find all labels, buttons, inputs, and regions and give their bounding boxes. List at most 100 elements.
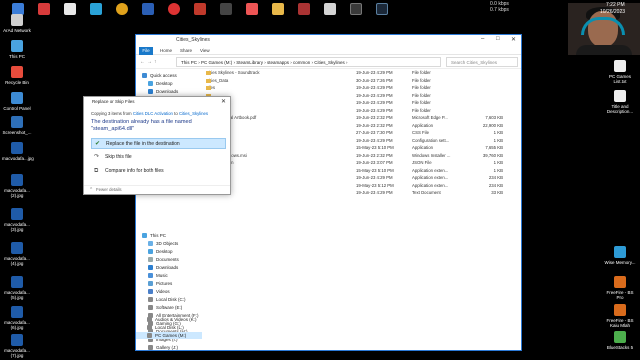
- desktop-icon-freefire-kaiu[interactable]: FreeFire - BS Kaiu Mlah: [604, 304, 636, 328]
- file-row[interactable]: 27-Jun-23 7:30 PM CSS File 1 KB: [206, 129, 521, 136]
- file-row[interactable]: ...icenses.txt19-Jun-23 4:29 PMText Docu…: [206, 189, 521, 196]
- file-type: File folder: [412, 85, 431, 90]
- app-icon[interactable]: [350, 3, 362, 15]
- desktop-icon-recycle-bin[interactable]: Recycle Bin: [2, 66, 32, 85]
- wise-memory-icon: [614, 246, 626, 258]
- files-icon[interactable]: [142, 3, 154, 15]
- tab-home[interactable]: Home: [160, 48, 172, 53]
- drive-icon: [148, 297, 153, 302]
- tab-view[interactable]: View: [200, 48, 210, 53]
- browser-icon[interactable]: [64, 3, 76, 15]
- nav-drive-l[interactable]: Local Disk (L:): [147, 325, 184, 330]
- fewer-details-toggle[interactable]: ⌃ Fewer details: [84, 185, 230, 194]
- image-icon: [11, 276, 23, 288]
- media-icon[interactable]: [298, 3, 310, 15]
- compare-option[interactable]: ⧉ Compare info for both files: [91, 166, 226, 177]
- edge-icon[interactable]: [90, 3, 102, 15]
- maximize-icon[interactable]: □: [496, 36, 500, 42]
- nav-drive-c[interactable]: Local Disk (C:): [148, 297, 186, 302]
- nav-drive-j[interactable]: Gallery (J:): [148, 345, 178, 350]
- nav-drive-m[interactable]: PC Games (M:): [147, 333, 186, 338]
- desktop-icon-jpg[interactable]: macvodafa... (2).jpg: [2, 174, 32, 198]
- file-row[interactable]: 19-Jun-23 2:32 PM Application 22,900 KB: [206, 122, 521, 129]
- file-row[interactable]: Cities_Data 30-Jun-23 7:26 PM File folder: [206, 77, 521, 84]
- steam-icon[interactable]: [376, 3, 388, 15]
- search-input[interactable]: Search Cities_Skylines: [446, 57, 518, 67]
- nav-drive-e[interactable]: Software (E:): [148, 305, 182, 310]
- desktop-icon-jpg[interactable]: macvodafa... (7).jpg: [2, 334, 32, 358]
- minimize-icon[interactable]: –: [481, 36, 484, 42]
- store-icon[interactable]: [38, 3, 50, 15]
- desktop-icon-title-description[interactable]: Title and Description...: [604, 90, 636, 114]
- file-row[interactable]: ...oads19-Jun-23 4:29 PMFile folder: [206, 99, 521, 106]
- ribbon: File Home Share View: [136, 46, 521, 55]
- folder-icon[interactable]: [272, 3, 284, 15]
- file-row[interactable]: ...64_o.dll19-May-23 5:12 PMApplication …: [206, 182, 521, 189]
- nav-videos[interactable]: Videos: [148, 289, 170, 294]
- file-name-cell: Cities Skylines - Soundtrack: [206, 70, 260, 75]
- desktop-icon-jpg[interactable]: macvodafa... (3).jpg: [2, 208, 32, 232]
- desktop-icon-network[interactable]: ArAd Network: [2, 14, 32, 33]
- file-row[interactable]: ...staller-windows.msi19-Jun-23 2:32 PMW…: [206, 152, 521, 159]
- close-icon[interactable]: ✕: [511, 36, 516, 43]
- nav-quick-access[interactable]: Quick access: [142, 73, 177, 78]
- tab-share[interactable]: Share: [180, 48, 192, 53]
- nav-downloads-2[interactable]: Downloads: [148, 265, 178, 270]
- chrome-icon[interactable]: [116, 3, 128, 15]
- replace-option[interactable]: ✔ Replace the file in the destination: [91, 138, 226, 149]
- nav-music[interactable]: Music: [148, 273, 168, 278]
- desktop-icon-screenshot[interactable]: Screenshot_...: [2, 116, 32, 135]
- desktop-icon-control-panel[interactable]: Control Panel: [2, 92, 32, 111]
- desktop-icon-label: macvodafa... (5).jpg: [4, 290, 30, 300]
- desktop-icon-label: FreeFire - BS Pro: [606, 290, 634, 300]
- copying-prefix: Copying 3 items from: [91, 111, 132, 116]
- file-row[interactable]: 19-Jun-23 4:29 PM Configuration sett... 1 …: [206, 137, 521, 144]
- address-bar[interactable]: This PC › PC Games (M:) › SteamLibrary ›…: [176, 57, 441, 67]
- desktop-icon-this-pc[interactable]: This PC: [2, 40, 32, 59]
- record-icon[interactable]: [168, 3, 180, 15]
- camera-icon[interactable]: [246, 3, 258, 15]
- desktop-icon: [148, 81, 153, 86]
- file-row[interactable]: ...dll19-Jun-23 4:29 PMApplication exten…: [206, 174, 521, 181]
- desktop-icon-bluestacks[interactable]: BlueStacks 5: [604, 331, 636, 350]
- file-type: Configuration sett...: [412, 137, 450, 143]
- app-icon[interactable]: [324, 3, 336, 15]
- tab-file[interactable]: File: [139, 47, 153, 55]
- window-titlebar[interactable]: Cities_Skylines – □ ✕: [136, 35, 521, 46]
- file-row[interactable]: 19-Jun-23 4:29 PM File folder: [206, 107, 521, 114]
- file-row[interactable]: ...ines - Digital Artbook.pdf 19-Jun-23 2…: [206, 114, 521, 121]
- pc-icon: [11, 40, 23, 52]
- desktop-icon-jpg[interactable]: macvodafa... (5).jpg: [2, 276, 32, 300]
- file-row[interactable]: 15-May-23 5:10 PM Application exten... 1 K…: [206, 167, 521, 174]
- file-row[interactable]: ...settings.json19-Jun-23 3:07 PMJSON Fi…: [206, 159, 521, 166]
- desktop-icon-jpg[interactable]: macvodafa...jpg: [2, 142, 34, 161]
- file-row[interactable]: 15-May-23 5:10 PM Application 7,655 KB: [206, 144, 521, 151]
- file-type: Application: [412, 122, 434, 128]
- file-row[interactable]: 19-Jun-23 4:29 PM File folder: [206, 92, 521, 99]
- desktop-icon-label: Screenshot_...: [2, 130, 32, 135]
- desktop-icon-wise-memory[interactable]: Wise Memory...: [604, 246, 636, 265]
- file-date: 19-Jun-23 4:29 PM: [356, 85, 393, 90]
- app-icon[interactable]: [220, 3, 232, 15]
- desktop-icon-jpg[interactable]: macvodafa... (4).jpg: [2, 242, 32, 266]
- nav-arrows-icon[interactable]: ←→↑: [140, 59, 159, 65]
- nav-desktop[interactable]: Desktop: [148, 81, 173, 86]
- nav-pictures-2[interactable]: Pictures: [148, 281, 172, 286]
- skip-option[interactable]: ↷ Skip this file: [91, 152, 226, 163]
- desktop-icon-jpg[interactable]: macvodafa... (6).jpg: [2, 306, 32, 330]
- nav-drive-k[interactable]: Audios & Videos (K:): [147, 317, 196, 322]
- file-row[interactable]: Cities Skylines - Soundtrack 19-Jun-23 4:…: [206, 69, 521, 76]
- close-icon[interactable]: ✕: [221, 98, 226, 105]
- nav-3d-objects[interactable]: 3D Objects: [148, 241, 178, 246]
- nav-documents-2[interactable]: Documents: [148, 257, 179, 262]
- image-icon: [11, 208, 23, 220]
- nav-downloads[interactable]: Downloads: [148, 89, 178, 94]
- desktop-icon-pc-games-list[interactable]: PC Games List.txt: [604, 60, 636, 84]
- desktop-icon-freefire-pro[interactable]: FreeFire - BS Pro: [604, 276, 636, 300]
- destination-folder-link[interactable]: Cities_Skylines: [179, 111, 208, 116]
- file-row[interactable]: Files 19-Jun-23 4:29 PM File folder: [206, 84, 521, 91]
- nav-desktop-2[interactable]: Desktop: [148, 249, 173, 254]
- nav-this-pc[interactable]: This PC: [142, 233, 166, 238]
- app-icon[interactable]: [194, 3, 206, 15]
- source-folder-link[interactable]: Cities DLC Activation: [133, 111, 173, 116]
